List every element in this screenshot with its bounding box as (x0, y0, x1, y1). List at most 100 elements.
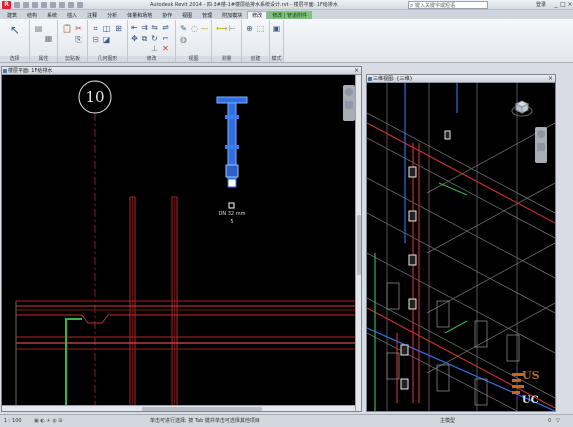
edit-family-icon[interactable]: ▣ (272, 24, 281, 33)
selected-pipe-fitting (216, 96, 248, 188)
modify-arrow-icon[interactable]: ↖ (10, 24, 20, 36)
close-button[interactable]: × (566, 1, 573, 8)
save-icon[interactable] (23, 2, 29, 8)
dimension-text: DN 32 mm (219, 211, 246, 217)
move-icon[interactable]: ✥ (130, 34, 139, 43)
scroll-thumb[interactable] (357, 215, 361, 275)
paste-icon[interactable]: 📋 (62, 24, 72, 33)
login-link[interactable]: 登录 (536, 1, 546, 8)
tab-12[interactable]: 修改 | 管道附件 (267, 11, 313, 19)
close-view-icon[interactable]: × (548, 75, 553, 82)
open-icon[interactable] (14, 2, 20, 8)
override-graphics-icon[interactable]: ✎ (179, 24, 188, 33)
navigation-bar[interactable] (535, 127, 547, 163)
pin-icon[interactable]: ⊥ (150, 44, 159, 53)
dimension-small-text: 5 (230, 219, 233, 225)
text-icon[interactable] (68, 2, 74, 8)
search-icon: ⌕ (410, 2, 414, 9)
fixtures (400, 130, 451, 390)
filter-icon[interactable]: ▽ (556, 415, 560, 427)
drawing-canvas[interactable]: 10 DN 32 mm 5 (2, 75, 361, 411)
measure-distance-icon[interactable]: ⟷ (216, 24, 227, 33)
wall-joins-icon[interactable]: ⊟ (91, 35, 100, 44)
mirror-icon[interactable]: ⇋ (150, 23, 159, 32)
tab-2[interactable]: 系统 (42, 11, 62, 19)
paint-icon[interactable]: ◍ (179, 35, 188, 44)
measure-icon[interactable] (59, 2, 65, 8)
trim-icon[interactable]: ⌐ (161, 34, 170, 43)
offset-icon[interactable]: ⇉ (140, 23, 149, 32)
3d-view[interactable]: 三维视图: {三维} × (366, 74, 556, 412)
status-message: 单击可进行选择; 按 Tab 键并单击可选择其他项目 (150, 418, 260, 424)
cut-geometry-icon[interactable]: ◫ (102, 24, 111, 33)
panel-measure: ⟷ ⊢ 测量 (212, 20, 242, 62)
tab-7[interactable]: 协作 (157, 11, 177, 19)
panel-select: ↖ 选择 (0, 20, 30, 62)
3d-view-icon[interactable] (77, 2, 83, 8)
tab-8[interactable]: 视图 (177, 11, 197, 19)
steering-wheel-icon[interactable] (537, 130, 545, 138)
search-input[interactable]: ⌕ 键入关键字或短语 (408, 1, 488, 9)
pipe-offset (81, 314, 357, 324)
cut-icon[interactable]: ✂ (74, 24, 83, 33)
window-title: Autodesk Revit 2014 - 四·3#楼-1#楼层给排水系统设计.… (150, 2, 338, 8)
horizontal-scrollbar[interactable] (2, 405, 355, 411)
zoom-icon[interactable] (345, 101, 353, 109)
vertical-scrollbar[interactable] (355, 75, 361, 411)
align-icon[interactable]: ⇤ (130, 23, 139, 32)
scroll-thumb[interactable] (142, 407, 262, 411)
panel-label: 视图 (176, 56, 211, 62)
quick-access-toolbar (14, 2, 84, 8)
application-menu-button[interactable]: R (2, 1, 11, 9)
workset-label[interactable]: 主模型 (440, 415, 455, 427)
tab-1[interactable]: 结构 (22, 11, 42, 19)
undo-icon[interactable] (32, 2, 38, 8)
zoom-icon[interactable] (537, 143, 545, 151)
dimension-icon[interactable]: ⊢ (228, 24, 237, 33)
view-scale[interactable]: 1 : 100 (4, 415, 22, 427)
view-title: 三维视图: {三维} (373, 76, 413, 82)
panel-label: 选择 (0, 56, 29, 62)
linework-icon[interactable]: — (200, 24, 209, 33)
view-control-icons[interactable]: ▣ ◐ ☀ ◍ ⊞ (34, 415, 62, 427)
cope-icon[interactable]: ⌗ (91, 24, 100, 33)
rotate-icon[interactable]: ↻ (150, 34, 159, 43)
panel-properties: ▤ ▦ 属性 (30, 20, 58, 62)
properties-icon[interactable]: ▤ (34, 24, 43, 33)
ribbon-tabs: 建筑 结构 系统 插入 注释 分析 体量和场地 协作 视图 管理 附加模块 修改 修改 | 管道附件 (0, 10, 573, 19)
hide-icon[interactable]: ◌ (190, 24, 199, 33)
tab-3[interactable]: 插入 (62, 11, 82, 19)
copy-icon[interactable]: ⎘ (74, 35, 83, 44)
print-icon[interactable] (50, 2, 56, 8)
split-face-icon[interactable]: ◪ (102, 35, 111, 44)
floor-plan-view[interactable]: 楼层平面: 1F给排水 × 10 DN 32 mm 5 (1, 66, 362, 412)
tab-5[interactable]: 分析 (102, 11, 122, 19)
panel-label: 剪贴板 (58, 56, 87, 62)
view-tab-header[interactable]: 楼层平面: 1F给排水 × (2, 67, 361, 75)
tab-11[interactable]: 修改 (247, 11, 268, 19)
mirror-draw-icon[interactable]: ⇌ (161, 23, 170, 32)
navigation-bar[interactable] (343, 85, 355, 121)
create-similar-icon[interactable]: ⊕ (245, 24, 254, 33)
tab-10[interactable]: 附加模块 (217, 11, 247, 19)
steering-wheel-icon[interactable] (345, 88, 353, 96)
grid-bubble-label: 10 (85, 88, 104, 106)
copy-element-icon[interactable]: ⧉ (140, 34, 149, 43)
filter-count[interactable]: 0 (548, 415, 551, 427)
create-group-icon[interactable]: ⬚ (256, 24, 265, 33)
viewcube[interactable] (511, 99, 533, 117)
panel-view: ✎ ◌ — ◍ 视图 (176, 20, 212, 62)
building-structure (367, 83, 555, 411)
tab-6[interactable]: 体量和场地 (122, 11, 157, 19)
3d-canvas[interactable] (367, 83, 555, 411)
tab-4[interactable]: 注释 (82, 11, 102, 19)
status-bar: 1 : 100 ▣ ◐ ☀ ◍ ⊞ 单击可进行选择; 按 Tab 键并单击可选择… (0, 414, 573, 427)
redo-icon[interactable] (41, 2, 47, 8)
tab-9[interactable]: 管理 (197, 11, 217, 19)
delete-icon[interactable]: ✕ (161, 44, 170, 53)
close-view-icon[interactable]: × (354, 67, 359, 74)
tab-0[interactable]: 建筑 (2, 11, 22, 19)
type-properties-icon[interactable]: ▦ (44, 34, 53, 43)
view-tab-header[interactable]: 三维视图: {三维} × (367, 75, 555, 83)
join-icon[interactable]: ⊞ (114, 24, 123, 33)
